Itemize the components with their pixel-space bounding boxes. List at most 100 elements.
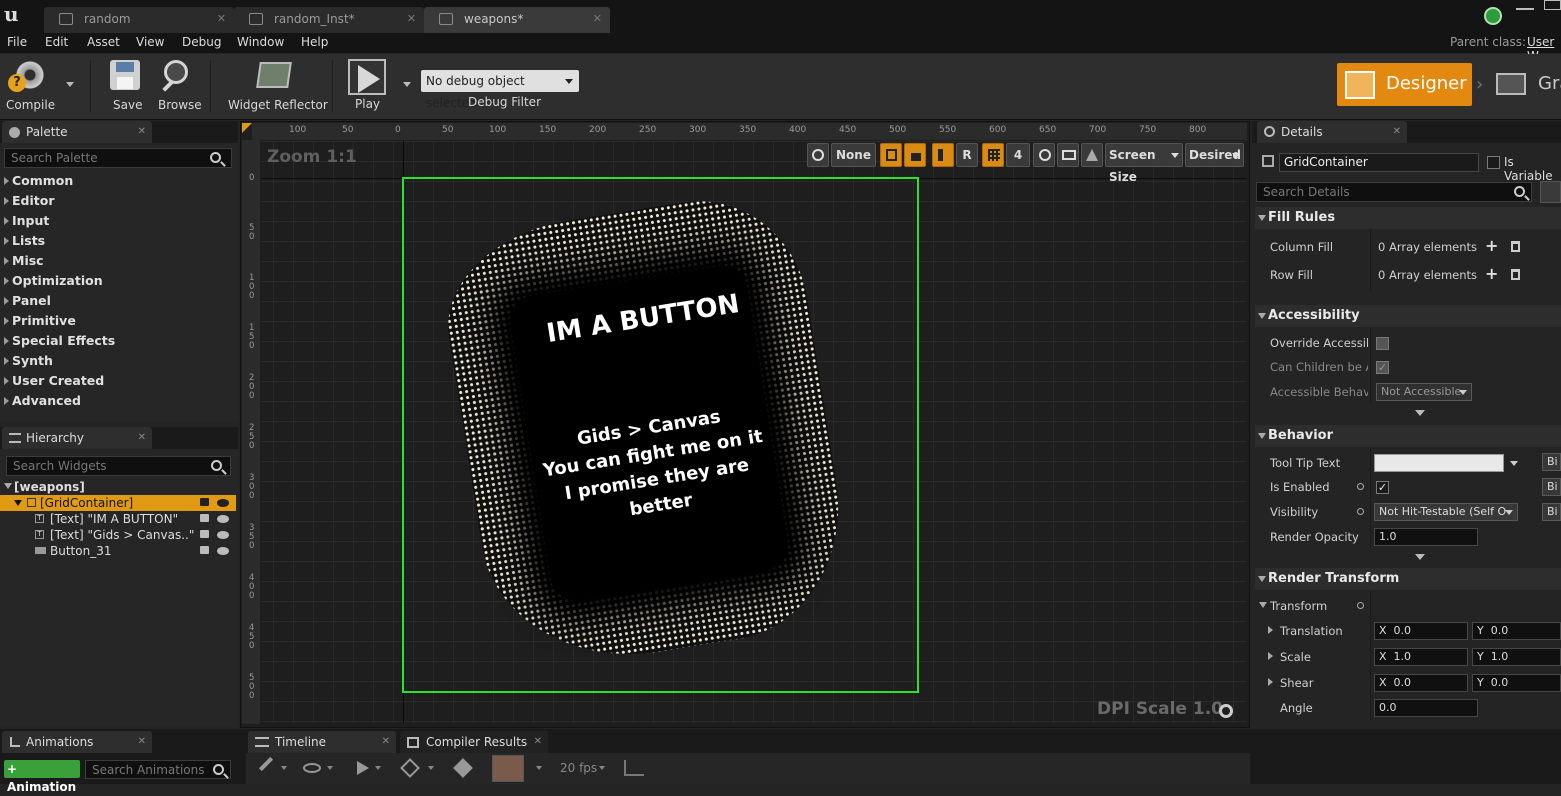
play-options-arrow[interactable] xyxy=(403,82,411,87)
palette-category[interactable]: Synth xyxy=(0,351,236,371)
angle-input[interactable]: 0.0 xyxy=(1374,699,1478,717)
translation-y-input[interactable]: Y 0.0 xyxy=(1472,622,1561,640)
animations-tab[interactable]: Animations ✕ xyxy=(2,731,152,753)
respect-locks-toggle[interactable] xyxy=(932,143,954,167)
palette-category[interactable]: Lists xyxy=(0,231,236,251)
scale-y-input[interactable]: Y 1.0 xyxy=(1472,648,1561,666)
expand-arrow-icon[interactable] xyxy=(1268,678,1273,686)
section-behavior[interactable]: Behavior xyxy=(1255,425,1561,447)
search-animations-input[interactable]: Search Animations xyxy=(85,760,231,779)
tooltip-bind-button[interactable]: Bi xyxy=(1542,453,1561,471)
chevron-down-icon[interactable] xyxy=(599,766,605,770)
palette-search-input[interactable]: Search Palette xyxy=(4,148,232,168)
dpi-settings-gear-icon[interactable] xyxy=(1219,704,1233,718)
palette-category[interactable]: Special Effects xyxy=(0,331,236,351)
curve-editor-icon[interactable] xyxy=(624,760,644,776)
source-control-icon[interactable] xyxy=(1484,7,1502,25)
lock-icon[interactable] xyxy=(200,530,209,538)
tab-random-inst[interactable]: random_Inst* ✕ xyxy=(234,7,424,33)
menu-debug[interactable]: Debug xyxy=(182,35,221,49)
palette-tab[interactable]: Palette ✕ xyxy=(2,121,152,143)
close-icon[interactable]: ✕ xyxy=(138,731,146,753)
designer-mode-button[interactable]: Designer xyxy=(1337,63,1472,106)
palette-category[interactable]: Editor xyxy=(0,191,236,211)
hierarchy-root[interactable]: [weapons] xyxy=(0,479,236,495)
visibility-dropdown[interactable]: Not Hit-Testable (Self O xyxy=(1374,503,1518,521)
lock-icon[interactable] xyxy=(200,546,209,554)
close-icon[interactable]: ✕ xyxy=(534,731,542,753)
browse-button[interactable]: Browse xyxy=(156,58,202,114)
chevron-down-icon[interactable] xyxy=(1510,461,1518,466)
tab-random[interactable]: random ✕ xyxy=(44,7,234,33)
add-animation-button[interactable]: + Animation xyxy=(4,760,80,794)
hierarchy-item-gridcontainer[interactable]: [GridContainer] xyxy=(0,495,236,511)
magnet-icon[interactable] xyxy=(492,755,524,782)
outline-toggle[interactable] xyxy=(880,143,902,167)
property-binding-icon[interactable] xyxy=(1357,602,1364,609)
fps-dropdown[interactable]: 20 fps xyxy=(560,761,597,775)
property-binding-icon[interactable] xyxy=(1357,508,1364,515)
menu-edit[interactable]: Edit xyxy=(45,35,68,49)
hierarchy-item-text-button[interactable]: T [Text] "IM A BUTTON" xyxy=(0,511,236,527)
palette-category[interactable]: Misc xyxy=(0,251,236,271)
advanced-expand-arrow-icon[interactable] xyxy=(1415,410,1425,416)
chevron-down-icon[interactable] xyxy=(428,766,434,770)
delete-trash-icon[interactable] xyxy=(1511,269,1520,280)
palette-category[interactable]: Primitive xyxy=(0,311,236,331)
grid-snap-toggle[interactable] xyxy=(982,143,1004,167)
compile-button[interactable]: ? Compile xyxy=(4,56,58,114)
grid-snap-value[interactable]: 4 xyxy=(1006,143,1030,167)
details-search-input[interactable]: Search Details xyxy=(1256,182,1532,202)
menu-window[interactable]: Window xyxy=(237,35,284,49)
visibility-eye-icon[interactable] xyxy=(217,531,229,539)
palette-category[interactable]: Panel xyxy=(0,291,236,311)
chevron-down-icon[interactable] xyxy=(375,766,381,770)
hierarchy-search-input[interactable]: Search Widgets xyxy=(6,456,231,476)
palette-category[interactable]: Input xyxy=(0,211,236,231)
timeline-tab[interactable]: Timeline ✕ xyxy=(248,731,396,753)
compile-options-arrow[interactable] xyxy=(66,82,74,87)
none-button[interactable]: None xyxy=(831,143,876,167)
flip-button[interactable] xyxy=(1081,143,1103,167)
r-toggle[interactable]: R xyxy=(956,143,978,167)
background-image-button[interactable] xyxy=(1057,143,1079,167)
expand-arrow-icon[interactable] xyxy=(1268,652,1273,660)
lock-icon[interactable] xyxy=(200,498,209,506)
add-element-icon[interactable]: + xyxy=(1485,236,1498,255)
close-icon[interactable]: ✕ xyxy=(138,427,146,449)
render-opacity-input[interactable]: 1.0 xyxy=(1374,528,1478,546)
advanced-expand-arrow-icon[interactable] xyxy=(1415,554,1425,560)
hierarchy-item-text-gids[interactable]: T [Text] "Gids > Canvas.." xyxy=(0,527,236,543)
section-fill-rules[interactable]: Fill Rules xyxy=(1255,207,1561,229)
tooltip-text-input[interactable] xyxy=(1374,454,1504,472)
localization-globe-button[interactable] xyxy=(807,143,829,167)
lock-icon[interactable] xyxy=(200,514,209,522)
fill-screen-dropdown[interactable]: Desired xyxy=(1185,143,1244,167)
designer-canvas[interactable]: Zoom 1:1 IM A BUTTON Gids > Canvas You c… xyxy=(261,141,1246,723)
debug-object-dropdown[interactable]: No debug object selected xyxy=(421,70,579,110)
eye-icon[interactable] xyxy=(303,763,321,773)
translation-x-input[interactable]: X 0.0 xyxy=(1374,622,1468,640)
close-icon[interactable]: ✕ xyxy=(593,7,602,31)
widget-reflector-button[interactable]: Widget Reflector xyxy=(226,58,328,114)
palette-category[interactable]: Common xyxy=(0,171,236,191)
hierarchy-tab[interactable]: Hierarchy ✕ xyxy=(2,427,152,449)
scale-x-input[interactable]: X 1.0 xyxy=(1374,648,1468,666)
play-icon[interactable] xyxy=(357,761,369,775)
palette-category[interactable]: Optimization xyxy=(0,271,236,291)
play-button[interactable]: Play xyxy=(344,57,390,115)
graph-mode-button[interactable]: Gra xyxy=(1490,63,1561,106)
screen-size-dropdown[interactable]: Screen Size xyxy=(1105,143,1183,184)
visibility-eye-icon[interactable] xyxy=(217,547,229,555)
maximize-button[interactable] xyxy=(1544,0,1561,10)
close-icon[interactable]: ✕ xyxy=(217,7,226,31)
shear-x-input[interactable]: X 0.0 xyxy=(1374,674,1468,692)
transform-collapse-arrow-icon[interactable] xyxy=(1259,602,1267,608)
menu-help[interactable]: Help xyxy=(301,35,328,49)
zoom-to-fit-button[interactable] xyxy=(1033,143,1055,167)
details-tab[interactable]: Details ✕ xyxy=(1257,121,1407,143)
chevron-down-icon[interactable] xyxy=(327,766,333,770)
visibility-eye-icon[interactable] xyxy=(217,499,229,507)
palette-category[interactable]: User Created xyxy=(0,371,236,391)
delete-trash-icon[interactable] xyxy=(1511,241,1520,252)
